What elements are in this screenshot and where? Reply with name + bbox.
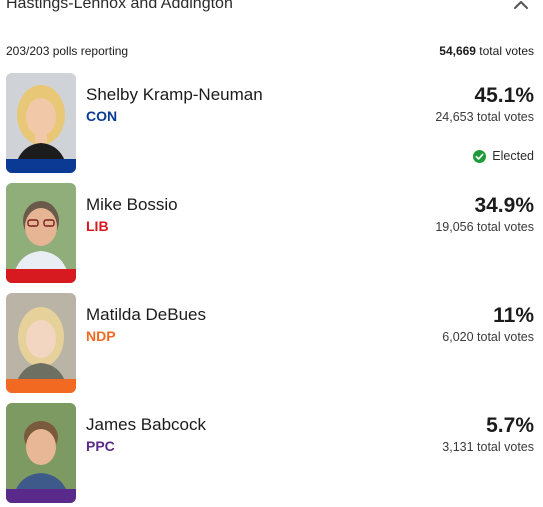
candidate-row[interactable]: Shelby Kramp-Neuman CON 45.1% 24,653 tot… (0, 73, 543, 177)
candidate-name: Shelby Kramp-Neuman (86, 85, 263, 104)
elected-badge: Elected (473, 149, 534, 163)
candidate-votes: 24,653 total votes (435, 110, 534, 124)
candidate-percent: 34.9% (474, 194, 534, 217)
candidate-portrait-image (6, 293, 76, 393)
party-color-bar (6, 379, 76, 393)
candidate-party: CON (86, 108, 118, 124)
candidate-party: LIB (86, 218, 109, 234)
polls-reporting: 203/203 polls reporting (6, 44, 129, 58)
chevron-up-icon (514, 1, 528, 9)
check-circle-icon (473, 149, 487, 163)
candidate-portrait-image (6, 403, 76, 503)
candidate-photo (6, 403, 76, 503)
candidate-percent: 5.7% (486, 414, 534, 437)
candidate-portrait-image (6, 183, 76, 283)
candidate-party: PPC (86, 438, 115, 454)
total-votes: 54,669 total votes (439, 44, 534, 58)
candidate-row[interactable]: Matilda DeBues NDP 11% 6,020 total votes (0, 293, 543, 397)
candidate-row[interactable]: Mike Bossio LIB 34.9% 19,056 total votes (0, 183, 543, 287)
riding-title: Hastings-Lennox and Addington (6, 0, 233, 12)
candidate-percent: 45.1% (474, 84, 534, 107)
total-votes-suffix: total votes (475, 44, 534, 58)
candidate-party: NDP (86, 328, 116, 344)
candidate-name: Matilda DeBues (86, 305, 207, 324)
results-summary: 203/203 polls reporting 54,669 total vot… (0, 42, 543, 60)
collapse-button[interactable] (510, 0, 532, 15)
party-color-bar (6, 489, 76, 503)
candidate-photo (6, 293, 76, 393)
candidate-percent: 11% (493, 304, 534, 327)
total-votes-number: 54,669 (439, 44, 476, 58)
candidate-photo (6, 183, 76, 283)
candidate-portrait-image (6, 73, 76, 173)
candidate-votes: 19,056 total votes (435, 220, 534, 234)
candidate-row[interactable]: James Babcock PPC 5.7% 3,131 total votes (0, 403, 543, 507)
elected-label: Elected (492, 149, 534, 163)
riding-header: Hastings-Lennox and Addington (0, 0, 543, 19)
candidate-votes: 3,131 total votes (442, 440, 534, 454)
party-color-bar (6, 269, 76, 283)
candidate-name: James Babcock (86, 415, 206, 434)
candidate-votes: 6,020 total votes (442, 330, 534, 344)
candidate-photo (6, 73, 76, 173)
party-color-bar (6, 159, 76, 173)
candidate-name: Mike Bossio (86, 195, 178, 214)
